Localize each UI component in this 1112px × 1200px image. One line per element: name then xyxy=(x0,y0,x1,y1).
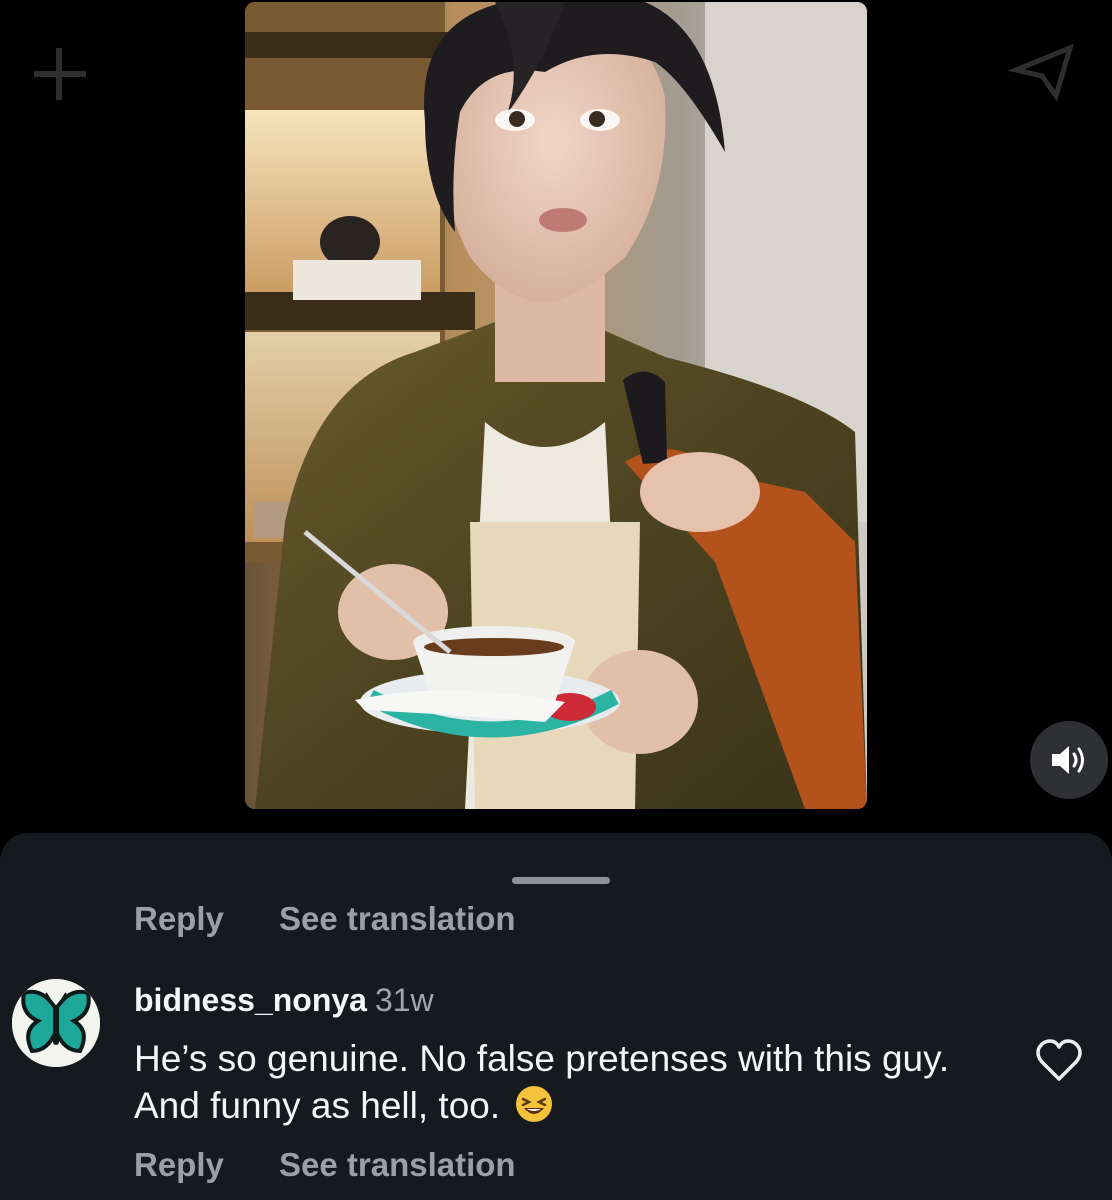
faint-share-icon xyxy=(1008,43,1074,102)
reply-button[interactable]: Reply xyxy=(134,900,224,938)
comments-sheet: Reply See translation bidness_nonya 31w H… xyxy=(0,833,1112,1200)
heart-outline-icon[interactable] xyxy=(1034,1037,1084,1083)
screen: Reply See translation bidness_nonya 31w H… xyxy=(0,0,1112,1200)
speaker-volume-icon xyxy=(1052,746,1084,774)
volume-button[interactable] xyxy=(1030,721,1108,799)
see-translation-button[interactable]: See translation xyxy=(279,900,516,938)
comment-age: 31w xyxy=(374,982,434,1018)
comment-header: bidness_nonya 31w xyxy=(134,982,434,1019)
user-avatar[interactable] xyxy=(12,979,100,1067)
comment-reply-button[interactable]: Reply xyxy=(134,1146,224,1184)
video-frame xyxy=(245,2,867,809)
faint-plus-icon xyxy=(34,48,86,100)
comment-see-translation-button[interactable]: See translation xyxy=(279,1146,516,1184)
video-player[interactable] xyxy=(245,2,867,809)
sheet-grabber-handle[interactable] xyxy=(512,877,610,884)
butterfly-avatar-icon xyxy=(12,979,100,1067)
comment-username[interactable]: bidness_nonya xyxy=(134,982,367,1018)
comment-text-block: He’s so genuine. No false pretenses with… xyxy=(134,1035,954,1129)
laughing-face-emoji-icon xyxy=(516,1086,553,1122)
